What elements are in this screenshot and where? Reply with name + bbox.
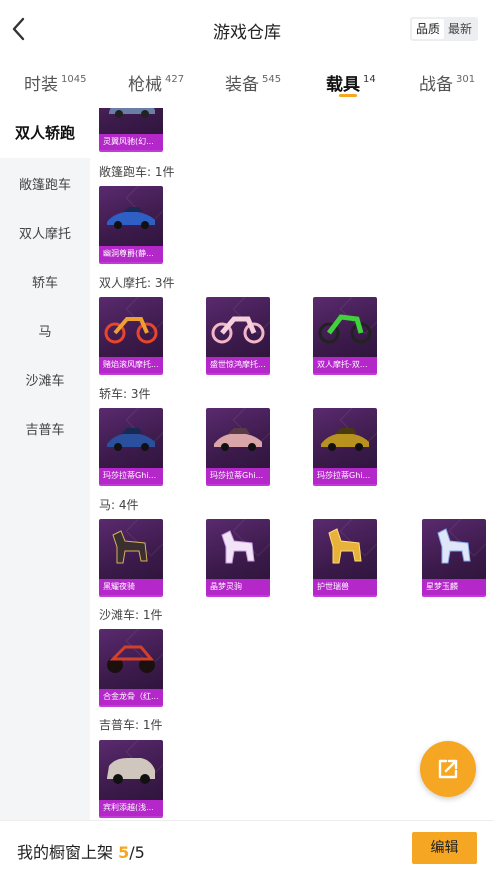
- vehicle-name: 玛莎拉蒂Ghi...: [99, 468, 163, 484]
- section-label: 沙滩车: 1件: [99, 608, 163, 622]
- vehicle-card[interactable]: 星梦玉麟: [422, 519, 486, 597]
- tab-count: 301: [456, 74, 476, 85]
- horse-icon: [221, 530, 255, 564]
- vehicle-card[interactable]: 幽洞尊爵(静...: [99, 186, 163, 264]
- vehicle-type-sidebar: 双人轿跑 敞篷跑车 双人摩托 轿车 马 沙滩车 吉普车: [0, 108, 90, 820]
- tab-count: 545: [262, 74, 282, 85]
- car-icon: [214, 428, 262, 451]
- car-icon: [107, 207, 155, 229]
- vehicle-card[interactable]: 护世瑞兽: [313, 519, 377, 597]
- tab-supplies[interactable]: 战备 301: [419, 70, 475, 95]
- vehicle-card[interactable]: 盛世惊鸿摩托...: [206, 297, 270, 375]
- sidebar-item-buggy[interactable]: 沙滩车: [0, 370, 90, 389]
- vehicle-card[interactable]: 玛莎拉蒂Ghi...: [313, 408, 377, 486]
- vehicle-card[interactable]: 晶梦灵驹: [206, 519, 270, 597]
- vehicle-name: 黑耀夜骑: [99, 579, 163, 595]
- vehicle-card[interactable]: 玛莎拉蒂Ghi...: [99, 408, 163, 486]
- showcase-total: /5: [129, 843, 145, 862]
- motorcycle-icon: [318, 314, 372, 344]
- tab-label: 时装: [24, 75, 58, 95]
- vehicle-name: 玛莎拉蒂Ghi...: [313, 468, 377, 484]
- car-icon: [107, 428, 155, 451]
- section-label: 轿车: 3件: [99, 387, 151, 401]
- edit-button[interactable]: 编辑: [412, 832, 477, 864]
- showcase-current-count: 5: [118, 843, 130, 862]
- sidebar-item-two-seat-coupe[interactable]: 双人轿跑: [0, 108, 90, 158]
- showcase-label: 我的橱窗上架: [17, 843, 114, 862]
- horse-icon: [328, 528, 362, 564]
- suv-icon: [107, 758, 155, 784]
- sort-toggle: 品质 最新: [409, 17, 478, 41]
- vehicle-name: 盛世惊鸿摩托...: [206, 357, 270, 373]
- share-icon: [438, 759, 458, 779]
- tab-label: 装备: [225, 75, 259, 95]
- section-label: 敞篷跑车: 1件: [99, 165, 175, 179]
- vehicle-card[interactable]: 玛莎拉蒂Ghi...: [206, 408, 270, 486]
- vehicle-card[interactable]: 宾利添越(浅...: [99, 740, 163, 818]
- motorcycle-icon: [104, 317, 158, 344]
- vehicle-name: 玛莎拉蒂Ghi...: [206, 468, 270, 484]
- motorcycle-icon: [211, 316, 265, 344]
- tab-fashion[interactable]: 时装 1045: [24, 70, 86, 95]
- header: 游戏仓库 品质 最新: [0, 0, 494, 58]
- tab-vehicles[interactable]: 载具 14: [326, 70, 376, 95]
- vehicle-name: 赌焰滚风摩托...: [99, 357, 163, 373]
- vehicle-card[interactable]: 合金龙骨（红...: [99, 629, 163, 707]
- tab-count: 14: [363, 74, 376, 85]
- car-icon: [321, 428, 369, 451]
- tab-label: 枪械: [128, 75, 162, 95]
- vehicle-name: 灵翼风驰(幻...: [99, 134, 163, 150]
- footer-bar: 我的橱窗上架 5/5 编辑: [0, 820, 494, 875]
- category-tabs: 时装 1045 枪械 427 装备 545 载具 14 战备 301: [0, 58, 494, 106]
- tab-label: 战备: [419, 75, 453, 95]
- vehicle-name: 晶梦灵驹: [206, 579, 270, 595]
- vehicle-list: 灵翼风驰(幻... 敞篷跑车: 1件 幽洞尊爵(静... 双人摩托: 3件 赌焰…: [90, 108, 494, 820]
- active-tab-indicator: [339, 94, 357, 97]
- vehicle-name: 幽洞尊爵(静...: [99, 246, 163, 262]
- buggy-icon: [107, 645, 155, 673]
- tab-label: 载具: [326, 75, 360, 95]
- vehicle-card[interactable]: 双人摩托-双...: [313, 297, 377, 375]
- horse-icon: [437, 528, 471, 564]
- vehicle-name: 双人摩托-双...: [313, 357, 377, 373]
- section-label: 双人摩托: 3件: [99, 276, 175, 290]
- share-button[interactable]: [420, 741, 476, 797]
- tab-count: 1045: [61, 74, 87, 85]
- sidebar-item-jeep[interactable]: 吉普车: [0, 419, 90, 438]
- vehicle-card[interactable]: 黑耀夜骑: [99, 519, 163, 597]
- vehicle-card[interactable]: 赌焰滚风摩托...: [99, 297, 163, 375]
- tab-guns[interactable]: 枪械 427: [128, 70, 184, 95]
- sidebar-item-convertible[interactable]: 敞篷跑车: [0, 174, 90, 193]
- vehicle-name: 合金龙骨（红...: [99, 689, 163, 705]
- vehicle-name: 星梦玉麟: [422, 579, 486, 595]
- sidebar-item-motorcycle[interactable]: 双人摩托: [0, 223, 90, 242]
- sort-newest-button[interactable]: 最新: [444, 19, 476, 39]
- tab-count: 427: [165, 74, 185, 85]
- sidebar-item-sedan[interactable]: 轿车: [0, 272, 90, 291]
- vehicle-card[interactable]: 灵翼风驰(幻...: [99, 108, 163, 152]
- horse-icon: [112, 530, 148, 564]
- sidebar-item-horse[interactable]: 马: [0, 321, 90, 340]
- showcase-status: 我的橱窗上架 5/5: [17, 839, 145, 863]
- vehicle-name: 护世瑞兽: [313, 579, 377, 595]
- sort-quality-button[interactable]: 品质: [411, 19, 444, 39]
- car-icon: [109, 108, 155, 118]
- section-label: 吉普车: 1件: [99, 718, 163, 732]
- tab-equipment[interactable]: 装备 545: [225, 70, 281, 95]
- section-label: 马: 4件: [99, 498, 139, 512]
- vehicle-name: 宾利添越(浅...: [99, 800, 163, 816]
